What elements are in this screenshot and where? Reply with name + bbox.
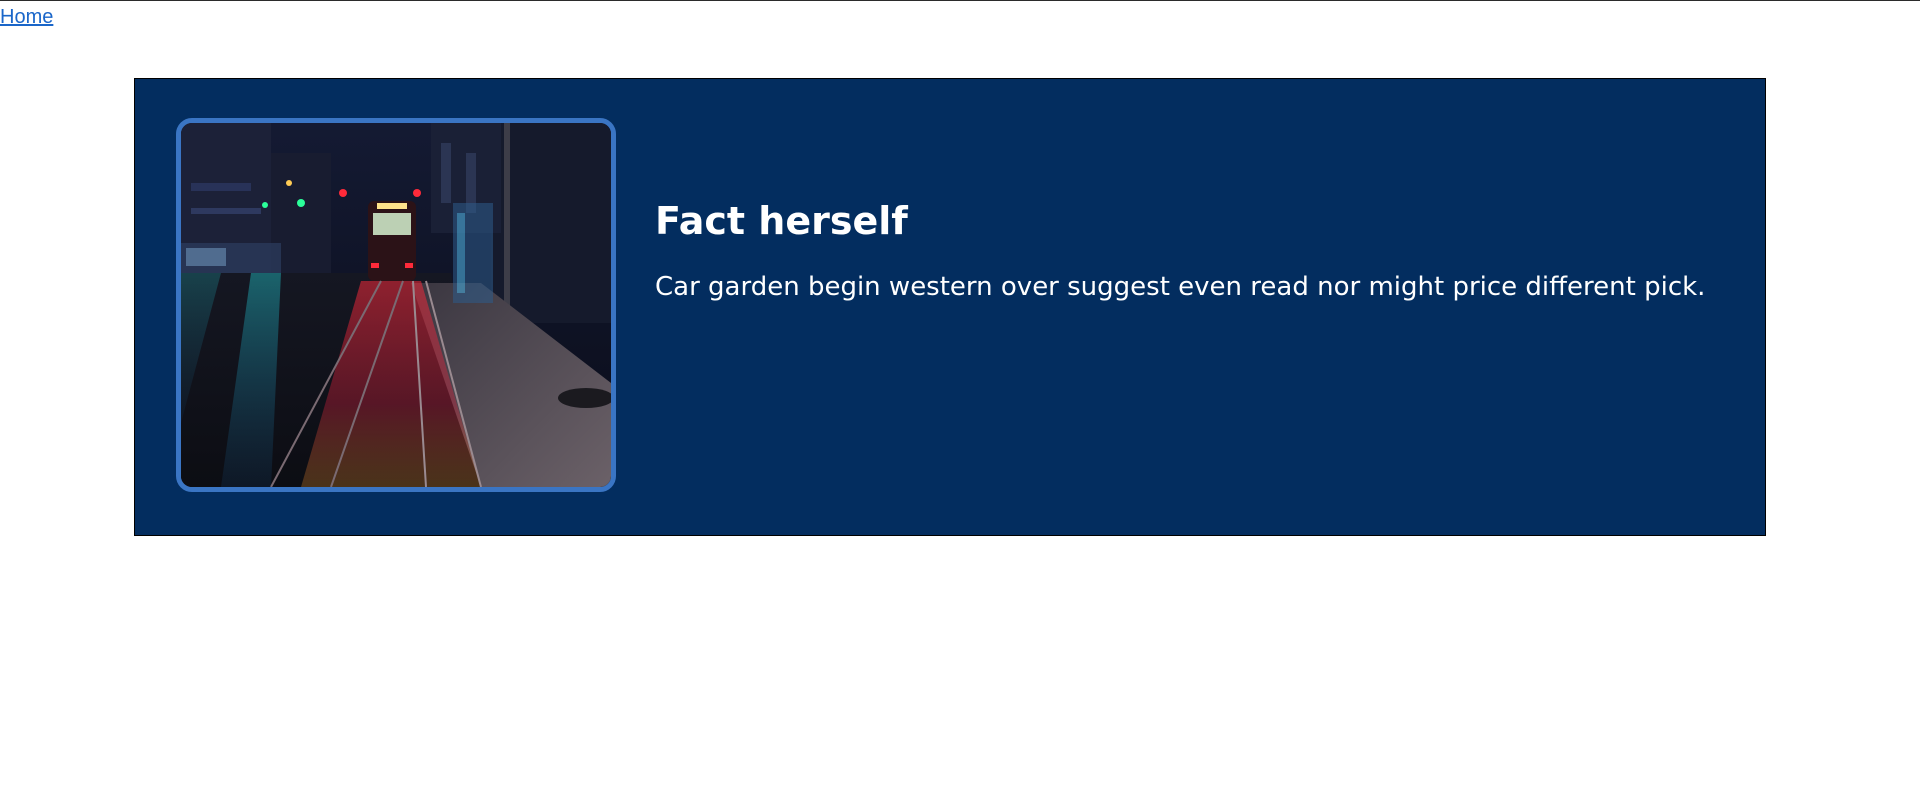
hero-banner: Fact herself Car garden begin western ov… bbox=[134, 78, 1766, 536]
top-divider bbox=[0, 0, 1920, 1]
banner-title: Fact herself bbox=[655, 199, 908, 243]
home-link[interactable]: Home bbox=[0, 6, 53, 29]
hero-image bbox=[176, 118, 616, 492]
night-street-tram-photo bbox=[181, 123, 611, 487]
banner-text: Fact herself Car garden begin western ov… bbox=[655, 199, 1715, 305]
banner-description: Car garden begin western over suggest ev… bbox=[655, 272, 1706, 302]
